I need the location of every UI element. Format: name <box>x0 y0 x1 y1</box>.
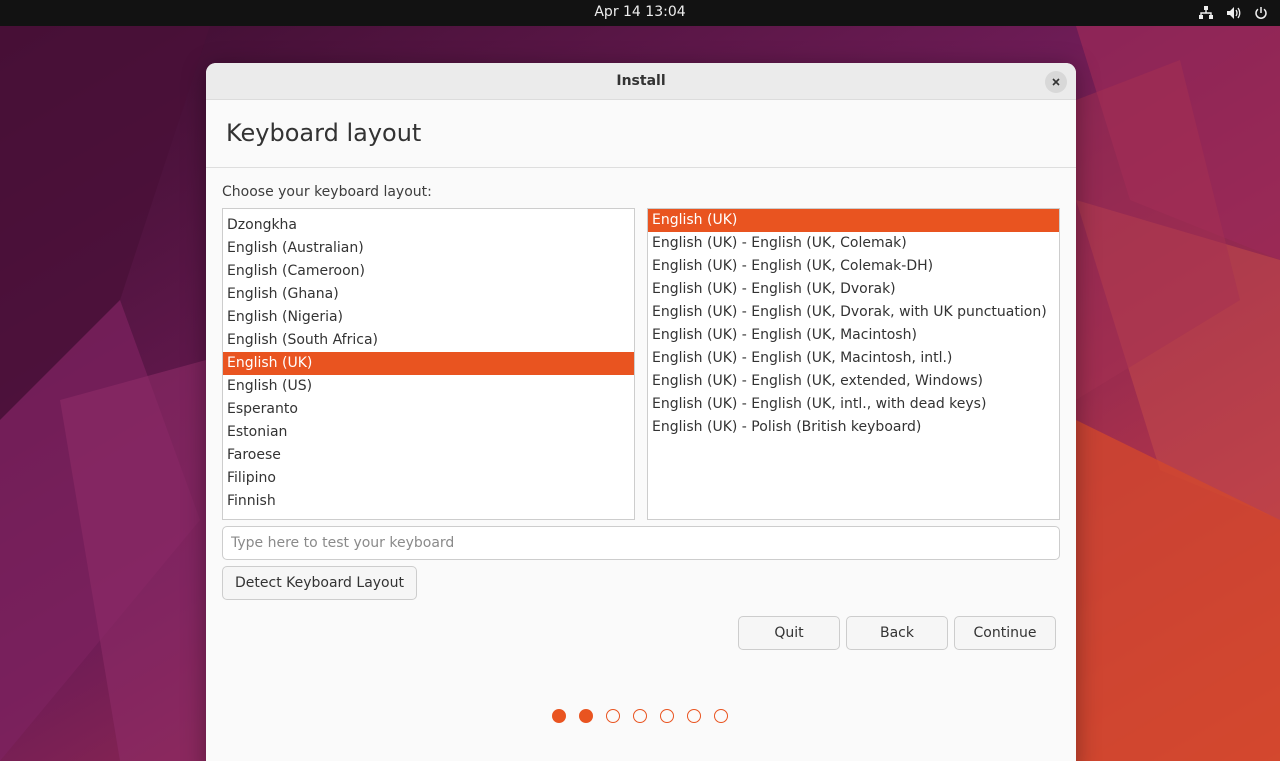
layout-list-item[interactable]: Finnish <box>223 490 634 513</box>
variant-list-item[interactable]: English (UK) - English (UK, Macintosh) <box>648 324 1059 347</box>
keyboard-test-input[interactable] <box>222 526 1060 560</box>
variant-list-item[interactable]: English (UK) - Polish (British keyboard) <box>648 416 1059 439</box>
progress-dot <box>687 709 701 723</box>
layout-list-item[interactable]: Faroese <box>223 444 634 467</box>
progress-dot <box>606 709 620 723</box>
layout-prompt: Choose your keyboard layout: <box>222 184 432 200</box>
clock[interactable]: Apr 14 13:04 <box>0 0 1280 26</box>
layout-list-item[interactable]: Estonian <box>223 421 634 444</box>
power-icon[interactable] <box>1254 6 1268 20</box>
layout-list-item[interactable]: English (UK) <box>223 352 634 375</box>
progress-dot <box>552 709 566 723</box>
network-icon[interactable] <box>1198 6 1214 20</box>
back-button[interactable]: Back <box>846 616 948 650</box>
variant-list-item[interactable]: English (UK) - English (UK, Macintosh, i… <box>648 347 1059 370</box>
install-window: Install Keyboard layout Choose your keyb… <box>206 63 1076 761</box>
close-button[interactable] <box>1045 71 1067 93</box>
layout-list-item[interactable]: English (Cameroon) <box>223 260 634 283</box>
variant-list-item[interactable]: English (UK) - English (UK, Colemak) <box>648 232 1059 255</box>
layout-list-item[interactable]: English (US) <box>223 375 634 398</box>
progress-dot <box>714 709 728 723</box>
variant-list-item[interactable]: English (UK) - English (UK, Dvorak, with… <box>648 301 1059 324</box>
variant-list-item[interactable]: English (UK) - English (UK, extended, Wi… <box>648 370 1059 393</box>
window-titlebar[interactable]: Install <box>206 63 1076 100</box>
window-title: Install <box>616 73 666 89</box>
layout-list-item[interactable]: English (South Africa) <box>223 329 634 352</box>
layout-list-item[interactable]: Filipino <box>223 467 634 490</box>
progress-dot <box>660 709 674 723</box>
continue-button[interactable]: Continue <box>954 616 1056 650</box>
variant-list-item[interactable]: English (UK) <box>648 209 1059 232</box>
variant-list-item[interactable]: English (UK) - English (UK, intl., with … <box>648 393 1059 416</box>
layout-list[interactable]: Dzongkha English (Australian) English (Cam… <box>222 208 635 520</box>
variant-list-item[interactable]: English (UK) - English (UK, Dvorak) <box>648 278 1059 301</box>
layout-list-item[interactable]: English (Ghana) <box>223 283 634 306</box>
progress-dot <box>633 709 647 723</box>
variant-list[interactable]: English (UK) English (UK) - English (UK, … <box>647 208 1060 520</box>
layout-list-item[interactable]: English (Australian) <box>223 237 634 260</box>
progress-dots <box>552 709 728 723</box>
close-icon <box>1052 78 1060 86</box>
page-title: Keyboard layout <box>226 119 422 147</box>
detect-keyboard-layout-button[interactable]: Detect Keyboard Layout <box>222 566 417 600</box>
top-bar: Apr 14 13:04 <box>0 0 1280 26</box>
quit-button[interactable]: Quit <box>738 616 840 650</box>
layout-list-item[interactable]: English (Nigeria) <box>223 306 634 329</box>
variant-list-item[interactable]: English (UK) - English (UK, Colemak-DH) <box>648 255 1059 278</box>
header-divider <box>206 167 1076 168</box>
layout-list-item[interactable]: Dzongkha <box>223 214 634 237</box>
system-tray[interactable] <box>1198 0 1268 26</box>
layout-list-item[interactable]: Esperanto <box>223 398 634 421</box>
progress-dot <box>579 709 593 723</box>
volume-icon[interactable] <box>1226 6 1242 20</box>
